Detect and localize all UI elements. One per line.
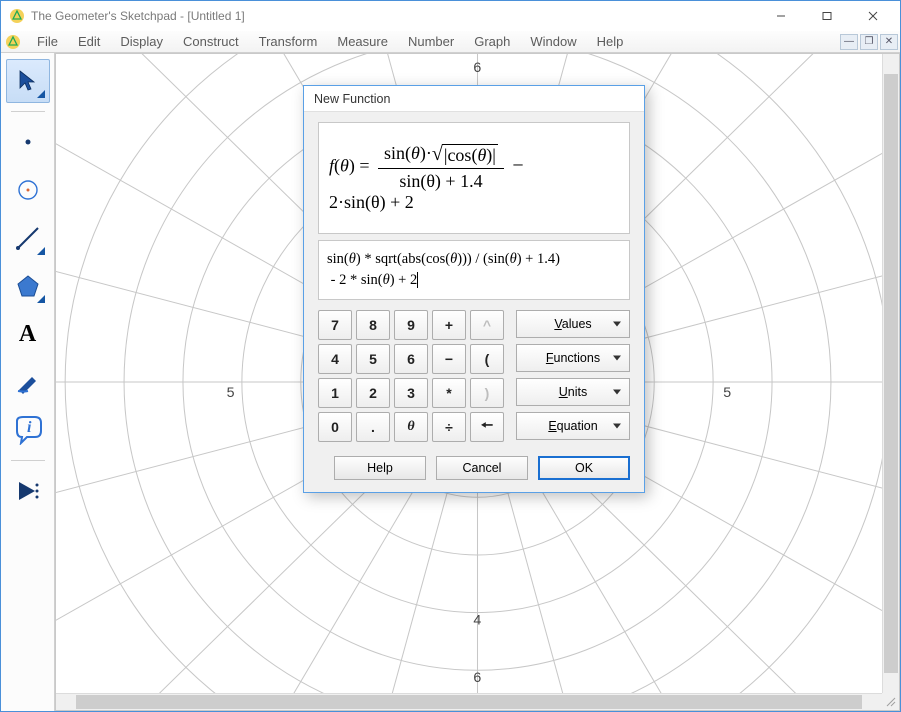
mdi-close-button[interactable]: ✕ — [880, 34, 898, 50]
chevron-down-icon — [613, 424, 621, 429]
key-4[interactable]: 4 — [318, 344, 352, 374]
menu-file[interactable]: File — [27, 32, 68, 51]
menu-construct[interactable]: Construct — [173, 32, 249, 51]
svg-text:5: 5 — [227, 384, 235, 400]
key-6[interactable]: 6 — [394, 344, 428, 374]
tool-text[interactable]: A — [6, 312, 50, 356]
key-3[interactable]: 3 — [394, 378, 428, 408]
menu-number[interactable]: Number — [398, 32, 464, 51]
menu-window[interactable]: Window — [520, 32, 586, 51]
key-5[interactable]: 5 — [356, 344, 390, 374]
tool-polygon[interactable] — [6, 264, 50, 308]
menu-transform[interactable]: Transform — [249, 32, 328, 51]
key-caret[interactable]: ^ — [470, 310, 504, 340]
key-plus[interactable]: + — [432, 310, 466, 340]
mdi-restore-button[interactable]: ❐ — [860, 34, 878, 50]
key-divide[interactable]: ÷ — [432, 412, 466, 442]
chevron-down-icon — [613, 356, 621, 361]
app-icon — [9, 8, 25, 24]
help-button[interactable]: Help — [334, 456, 426, 480]
dialog-title: New Function — [304, 86, 644, 112]
dropdown-functions[interactable]: Functions — [516, 344, 630, 372]
key-8[interactable]: 8 — [356, 310, 390, 340]
svg-text:5: 5 — [723, 384, 731, 400]
svg-text:i: i — [27, 419, 32, 436]
tool-selection-arrow[interactable] — [6, 59, 50, 103]
key-rparen[interactable]: ) — [470, 378, 504, 408]
tool-information[interactable]: i — [6, 408, 50, 452]
key-0[interactable]: 0 — [318, 412, 352, 442]
menu-edit[interactable]: Edit — [68, 32, 110, 51]
key-minus[interactable]: − — [432, 344, 466, 374]
window-minimize-button[interactable] — [758, 1, 804, 31]
key-2[interactable]: 2 — [356, 378, 390, 408]
menu-measure[interactable]: Measure — [327, 32, 398, 51]
menu-display[interactable]: Display — [110, 32, 173, 51]
dropdown-equation[interactable]: Equation — [516, 412, 630, 440]
key-1[interactable]: 1 — [318, 378, 352, 408]
menu-graph[interactable]: Graph — [464, 32, 520, 51]
window-close-button[interactable] — [850, 1, 896, 31]
menubar: File Edit Display Construct Transform Me… — [1, 31, 900, 53]
key-lparen[interactable]: ( — [470, 344, 504, 374]
window-title: The Geometer's Sketchpad - [Untitled 1] — [31, 9, 758, 23]
chevron-corner-icon — [37, 90, 45, 98]
tool-custom-tools[interactable] — [6, 469, 50, 513]
svg-text:6: 6 — [473, 59, 481, 75]
resize-grip-icon[interactable] — [882, 693, 899, 710]
dropdown-units[interactable]: Units — [516, 378, 630, 406]
svg-text:4: 4 — [473, 612, 481, 628]
formula-input[interactable]: sin(θ) * sqrt(abs(cos(θ))) / (sin(θ) + 1… — [318, 240, 630, 300]
document-icon — [5, 34, 21, 50]
keypad: 7 8 9 + ^ 4 5 6 − ( 1 2 3 * ) 0 . θ ÷ 🠔 — [318, 310, 504, 442]
new-function-dialog: New Function f(θ) = sin(θ)·√|cos(θ)| sin… — [303, 85, 645, 493]
key-7[interactable]: 7 — [318, 310, 352, 340]
chevron-down-icon — [613, 322, 621, 327]
chevron-corner-icon — [37, 295, 45, 303]
chevron-corner-icon — [37, 247, 45, 255]
svg-text:6: 6 — [473, 669, 481, 685]
key-backspace[interactable]: 🠔 — [470, 412, 504, 442]
key-multiply[interactable]: * — [432, 378, 466, 408]
window-titlebar: The Geometer's Sketchpad - [Untitled 1] — [1, 1, 900, 31]
key-9[interactable]: 9 — [394, 310, 428, 340]
dropdown-values[interactable]: Values — [516, 310, 630, 338]
menu-help[interactable]: Help — [587, 32, 634, 51]
horizontal-scrollbar[interactable] — [56, 693, 882, 710]
key-theta[interactable]: θ — [394, 412, 428, 442]
tool-point[interactable] — [6, 120, 50, 164]
vertical-scrollbar[interactable] — [882, 54, 899, 693]
key-dot[interactable]: . — [356, 412, 390, 442]
formula-preview: f(θ) = sin(θ)·√|cos(θ)| sin(θ) + 1.4 − 2… — [318, 122, 630, 234]
tool-marker[interactable] — [6, 360, 50, 404]
toolbox: A i — [1, 53, 55, 711]
tool-compass[interactable] — [6, 168, 50, 212]
window-maximize-button[interactable] — [804, 1, 850, 31]
mdi-minimize-button[interactable]: — — [840, 34, 858, 50]
chevron-down-icon — [613, 390, 621, 395]
ok-button[interactable]: OK — [538, 456, 630, 480]
cancel-button[interactable]: Cancel — [436, 456, 528, 480]
tool-straightedge[interactable] — [6, 216, 50, 260]
